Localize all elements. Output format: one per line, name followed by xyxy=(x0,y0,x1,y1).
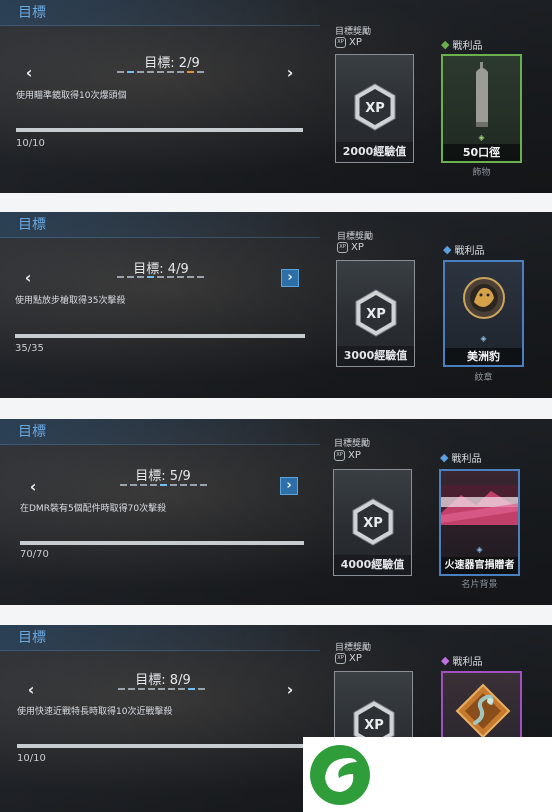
objective-counter: 目標: 8/9 xyxy=(135,673,191,688)
objective-pager xyxy=(118,688,205,692)
xp-reward-card[interactable]: XP 2000經驗值 xyxy=(335,54,414,163)
xp-mini-icon: XP xyxy=(334,450,345,461)
xp-reward-card[interactable]: XP 3000經驗值 xyxy=(336,260,415,367)
loot-header: ◆ 戰利品 xyxy=(441,654,483,668)
progress-bar xyxy=(17,744,303,748)
rarity-icon: ◈ xyxy=(480,334,487,343)
svg-text:XP: XP xyxy=(366,307,386,322)
objective-panel-2: 目標 目標: 4/9 ‹ › 使用點放步槍取得35次擊殺 35/35 目標獎勵 … xyxy=(0,212,552,398)
loot-reward-card[interactable]: ◈ 美洲豹 xyxy=(443,260,524,367)
rarity-icon: ◈ xyxy=(478,133,485,142)
progress-bar xyxy=(16,128,303,132)
loot-header: ◆ 戰利品 xyxy=(441,38,483,52)
rarity-icon: ◈ xyxy=(476,545,483,554)
gem-icon: ◆ xyxy=(441,38,450,51)
svg-text:XP: XP xyxy=(365,101,385,116)
objective-description: 在DMR裝有5個配件時取得70次擊殺 xyxy=(20,504,167,514)
xp-badge-icon: XP xyxy=(352,498,393,546)
next-arrow-button[interactable]: › xyxy=(281,269,299,287)
objective-panel-1: 目標 目標: 2/9 ‹ › 使用瞄準鏡取得10次爆頭個 10/10 目標獎勵 … xyxy=(0,0,552,193)
calling-card-art xyxy=(441,485,518,525)
snake-emblem-icon xyxy=(455,683,511,739)
objective-description: 使用瞄準鏡取得10次爆頭個 xyxy=(16,91,127,101)
svg-text:XP: XP xyxy=(364,718,384,733)
xp-reward-value: 4000經驗值 xyxy=(334,555,411,575)
loot-header: ◆ 戰利品 xyxy=(443,243,485,257)
reward-header: 目標獎勵 xyxy=(335,643,372,653)
objective-description: 使用點放步槍取得35次擊殺 xyxy=(15,296,126,306)
loot-name: 50口徑 xyxy=(443,144,520,161)
loot-reward-card[interactable]: ◈ 50口徑 xyxy=(441,54,522,163)
loot-type: 紋章 xyxy=(474,373,493,383)
section-title: 目標 xyxy=(0,0,320,26)
section-title: 目標 xyxy=(0,419,320,445)
gem-icon: ◆ xyxy=(440,451,449,464)
next-arrow-icon[interactable]: › xyxy=(282,682,298,698)
objective-description: 使用快速近戰特長時取得10次近戰擊殺 xyxy=(17,707,173,717)
xp-mini-icon: XP xyxy=(335,653,346,664)
gem-icon: ◆ xyxy=(443,243,452,256)
leaf-logo-icon xyxy=(310,745,370,805)
reward-header: 目標獎勵 xyxy=(335,27,372,37)
svg-text:XP: XP xyxy=(363,516,383,531)
objective-panel-3: 目標 目標: 5/9 ‹ › 在DMR裝有5個配件時取得70次擊殺 70/70 … xyxy=(0,419,552,605)
xp-reward-value: 3000經驗值 xyxy=(337,346,414,366)
xp-header: XP XP xyxy=(337,242,364,253)
xp-header: XP XP xyxy=(335,37,362,48)
objective-pager xyxy=(120,484,207,488)
xp-reward-value: 2000經驗值 xyxy=(336,142,413,162)
next-arrow-button[interactable]: › xyxy=(280,477,298,495)
section-title: 目標 xyxy=(0,625,320,651)
progress-count: 10/10 xyxy=(17,753,46,764)
loot-type: 飾物 xyxy=(472,168,491,178)
loot-reward-card[interactable]: ◈ 火速器官捐贈者 xyxy=(439,469,520,576)
objective-counter: 目標: 4/9 xyxy=(133,262,189,277)
xp-badge-icon: XP xyxy=(355,289,396,337)
prev-arrow-icon[interactable]: ‹ xyxy=(25,479,41,495)
loot-header: ◆ 戰利品 xyxy=(440,451,482,465)
xp-badge-icon: XP xyxy=(354,83,395,131)
objective-counter: 目標: 2/9 xyxy=(144,56,200,71)
objective-pager xyxy=(117,71,204,75)
reward-header: 目標獎勵 xyxy=(337,232,374,242)
prev-arrow-icon[interactable]: ‹ xyxy=(20,270,36,286)
loot-name: 火速器官捐贈者 xyxy=(441,557,518,574)
xp-mini-icon: XP xyxy=(335,37,346,48)
jaguar-emblem-icon xyxy=(463,277,505,319)
prev-arrow-icon[interactable]: ‹ xyxy=(21,65,37,81)
xp-header: XP XP xyxy=(334,450,361,461)
bullet-charm-icon xyxy=(476,62,488,127)
reward-header: 目標獎勵 xyxy=(334,439,371,449)
gem-icon: ◆ xyxy=(441,654,450,667)
loot-type: 名片背景 xyxy=(461,580,498,590)
progress-count: 35/35 xyxy=(15,343,44,354)
xp-reward-card[interactable]: XP 4000經驗值 xyxy=(333,469,412,576)
prev-arrow-icon[interactable]: ‹ xyxy=(23,682,39,698)
progress-bar xyxy=(15,334,305,338)
logo-overlay xyxy=(303,737,552,812)
xp-mini-icon: XP xyxy=(337,242,348,253)
xp-header: XP XP xyxy=(335,653,362,664)
loot-name: 美洲豹 xyxy=(445,348,522,365)
objective-counter: 目標: 5/9 xyxy=(135,469,191,484)
progress-bar xyxy=(20,541,304,545)
objective-pager xyxy=(117,276,204,280)
next-arrow-icon[interactable]: › xyxy=(282,65,298,81)
section-title: 目標 xyxy=(0,212,320,238)
progress-count: 70/70 xyxy=(20,549,49,560)
progress-count: 10/10 xyxy=(16,138,45,149)
